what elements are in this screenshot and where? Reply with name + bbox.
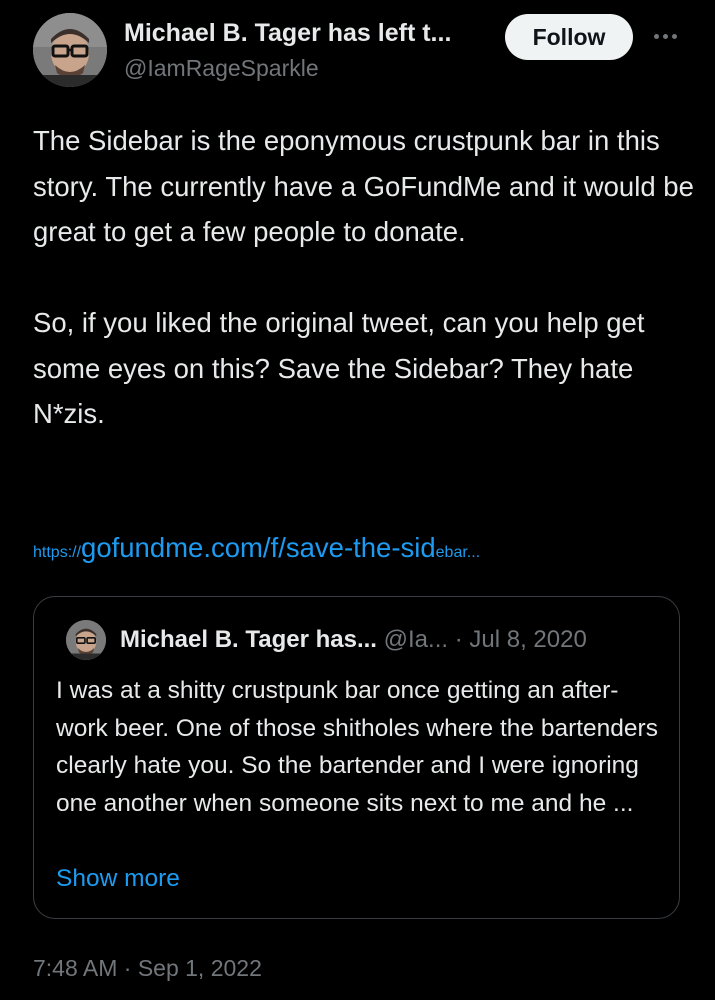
author-handle[interactable]: @IamRageSparkle	[124, 55, 319, 82]
avatar-photo	[33, 13, 107, 87]
tweet-timestamp[interactable]: 7:48 AM · Sep 1, 2022	[33, 955, 262, 982]
dot	[662, 33, 668, 39]
separator: ·	[454, 626, 463, 653]
quoted-tweet-card[interactable]: Michael B. Tager has... @Ia... · Jul 8, …	[33, 596, 680, 919]
quoted-author-avatar	[66, 620, 106, 660]
author-name[interactable]: Michael B. Tager has left t...	[124, 19, 494, 48]
link-prefix: https://	[33, 544, 82, 561]
quoted-tweet-date: Jul 8, 2020	[469, 626, 587, 653]
link-suffix: ebar...	[435, 544, 481, 561]
quoted-tweet-header: Michael B. Tager has... @Ia... · Jul 8, …	[120, 625, 587, 655]
quoted-tweet-text: I was at a shitty crustpunk bar once get…	[56, 677, 658, 817]
quoted-author-name: Michael B. Tager has...	[120, 626, 377, 653]
follow-button[interactable]: Follow	[505, 14, 633, 60]
show-more-link[interactable]: Show more	[56, 860, 180, 898]
avatar-photo	[66, 620, 106, 660]
tweet-paragraph: The Sidebar is the eponymous crustpunk b…	[33, 125, 694, 247]
dot	[671, 33, 677, 39]
quoted-author-handle: @Ia...	[383, 626, 449, 653]
tweet-paragraph: So, if you liked the original tweet, can…	[33, 307, 645, 429]
author-avatar[interactable]	[33, 13, 107, 87]
more-options-icon[interactable]	[648, 22, 682, 50]
link-main: gofundme.com/f/save-the-sid	[81, 532, 436, 563]
gofundme-link[interactable]: https://gofundme.com/f/save-the-sidebar.…	[33, 532, 480, 564]
tweet-text: The Sidebar is the eponymous crustpunk b…	[33, 118, 698, 437]
dot	[653, 33, 659, 39]
